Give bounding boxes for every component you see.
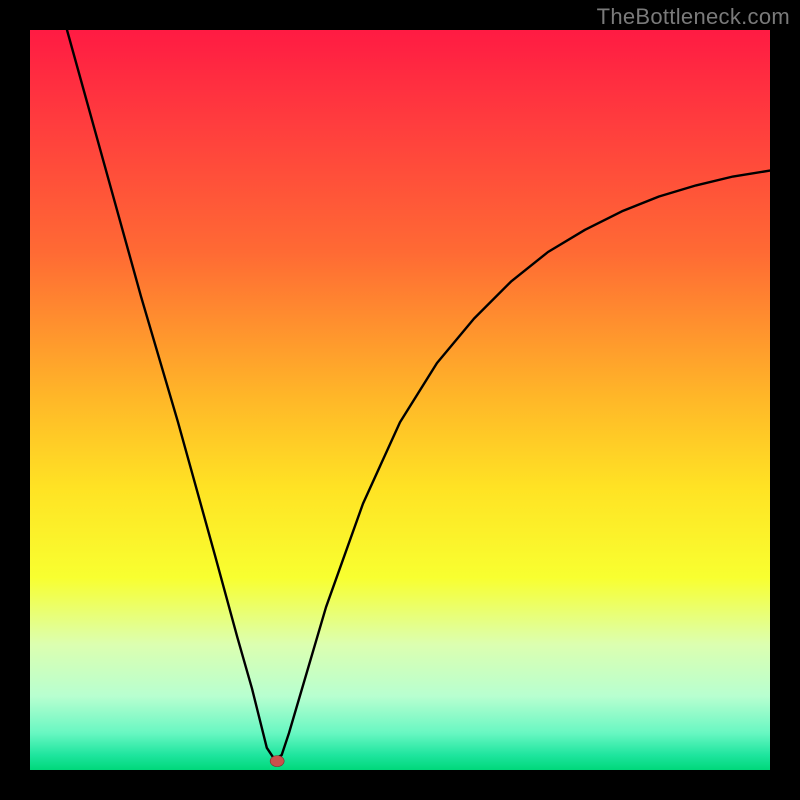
bottleneck-chart <box>0 0 800 800</box>
chart-frame: TheBottleneck.com <box>0 0 800 800</box>
optimal-point-marker <box>270 756 284 767</box>
plot-background <box>30 30 770 770</box>
